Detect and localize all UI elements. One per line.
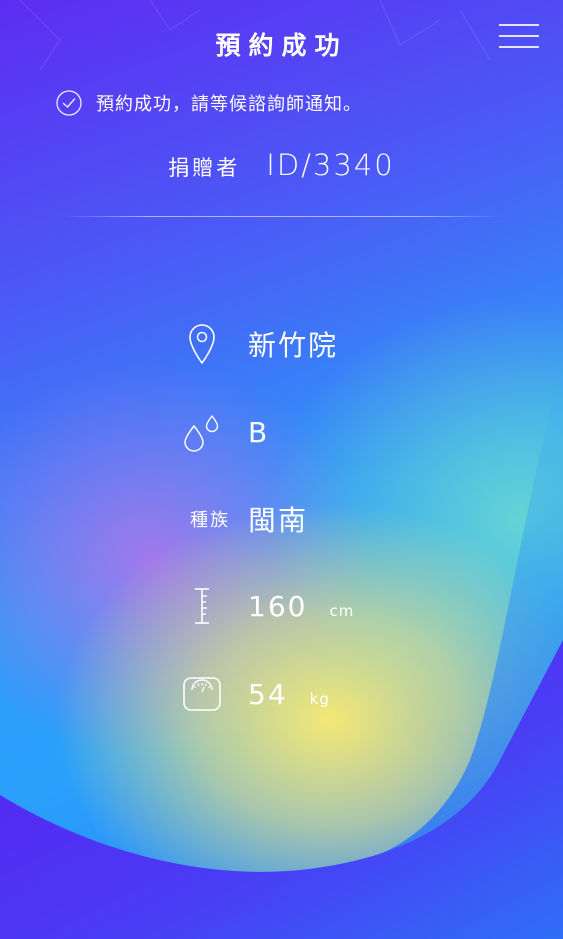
- divider: [62, 216, 502, 217]
- header: 預約成功: [0, 0, 563, 88]
- hamburger-menu-icon[interactable]: [499, 20, 539, 52]
- blood-drops-icon: [160, 402, 244, 462]
- check-circle-icon: [56, 90, 82, 116]
- donor-label: 捐贈者: [168, 156, 241, 180]
- status-text: 預約成功，請等候諮詢師通知。: [96, 94, 362, 115]
- info-row-blood-type: B: [0, 402, 563, 462]
- background-wave: [0, 0, 563, 939]
- ethnicity-value: 閩南: [248, 504, 309, 537]
- donor-row: 捐贈者 ID/3340: [0, 148, 563, 182]
- info-row-ethnicity: 種族 閩南: [0, 489, 563, 549]
- weight-unit: kg: [309, 690, 330, 708]
- info-row-location: 新竹院: [0, 314, 563, 374]
- donor-id: ID/3340: [266, 148, 395, 182]
- height-value-wrap: 160 cm: [248, 576, 354, 636]
- blood-type-value: B: [248, 415, 270, 449]
- appointment-success-screen: 預約成功 預約成功，請等候諮詢師通知。 捐贈者 ID/3340 新竹院 B 種族…: [0, 0, 563, 939]
- scale-icon: [160, 664, 244, 724]
- weight-value: 54: [248, 677, 288, 711]
- info-row-height: 160 cm: [0, 576, 563, 636]
- ruler-icon: [160, 576, 244, 636]
- page-title: 預約成功: [215, 31, 348, 60]
- ethnicity-label: 種族: [190, 510, 230, 531]
- info-row-weight: 54 kg: [0, 664, 563, 724]
- status-message-row: 預約成功，請等候諮詢師通知。: [56, 88, 362, 118]
- location-value: 新竹院: [248, 329, 339, 362]
- weight-value-wrap: 54 kg: [248, 664, 330, 724]
- height-unit: cm: [329, 602, 355, 620]
- location-pin-icon: [160, 314, 244, 374]
- height-value: 160: [248, 589, 308, 623]
- ethnicity-label-wrap: 種族: [160, 489, 244, 549]
